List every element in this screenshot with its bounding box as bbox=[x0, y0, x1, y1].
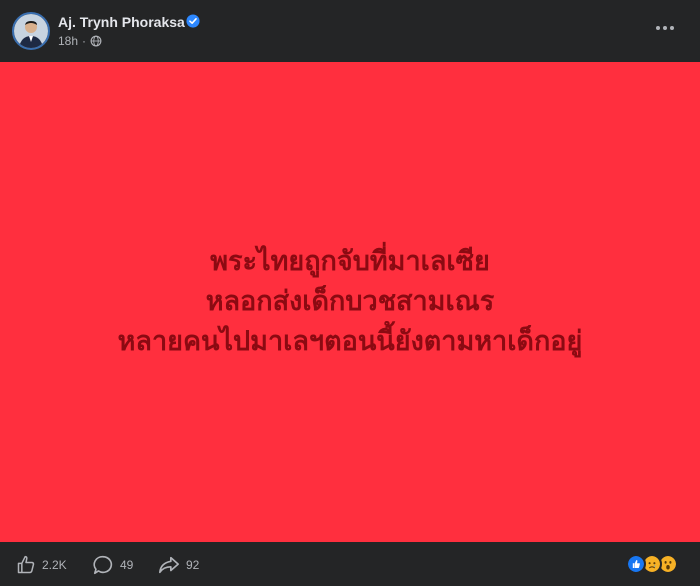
more-dot bbox=[670, 26, 674, 30]
image-text-line-1: พระไทยถูกจับที่มาเลเซีย bbox=[210, 246, 490, 277]
like-button[interactable]: 2.2K bbox=[16, 554, 67, 576]
comment-button[interactable]: 49 bbox=[92, 554, 133, 576]
author-avatar[interactable] bbox=[12, 12, 50, 50]
like-reaction-icon bbox=[626, 554, 646, 574]
more-options-button[interactable] bbox=[652, 18, 678, 38]
share-count: 92 bbox=[186, 558, 200, 572]
comment-icon bbox=[93, 555, 113, 575]
globe-icon[interactable] bbox=[90, 35, 102, 47]
like-count: 2.2K bbox=[42, 558, 67, 572]
post-timestamp[interactable]: 18h bbox=[58, 34, 78, 48]
image-text-line-2: หลอกส่งเด็กบวชสามเณร bbox=[205, 286, 495, 317]
share-button[interactable]: 92 bbox=[158, 554, 199, 576]
verified-badge-icon bbox=[186, 14, 200, 28]
author-name[interactable]: Aj. Trynh Phoraksa bbox=[58, 14, 185, 30]
post-meta: 18h · bbox=[58, 34, 102, 48]
meta-separator: · bbox=[82, 34, 87, 48]
more-dot bbox=[663, 26, 667, 30]
comment-count: 49 bbox=[120, 558, 134, 572]
more-options-icon bbox=[656, 26, 660, 30]
reactions-summary[interactable] bbox=[626, 554, 682, 576]
like-icon bbox=[17, 555, 35, 574]
share-icon bbox=[159, 556, 179, 574]
image-text: พระไทยถูกจับที่มาเลเซีย หลอกส่งเด็กบวชสา… bbox=[118, 242, 583, 362]
post-image[interactable]: พระไทยถูกจับที่มาเลเซีย หลอกส่งเด็กบวชสา… bbox=[0, 62, 700, 542]
post-header: Aj. Trynh Phoraksa 18h · bbox=[0, 0, 700, 60]
post-footer: 2.2K 49 92 bbox=[0, 544, 700, 586]
avatar-photo bbox=[14, 14, 48, 48]
image-text-line-3: หลายคนไปมาเลฯตอนนี้ยังตามหาเด็กอยู่ bbox=[117, 326, 583, 357]
